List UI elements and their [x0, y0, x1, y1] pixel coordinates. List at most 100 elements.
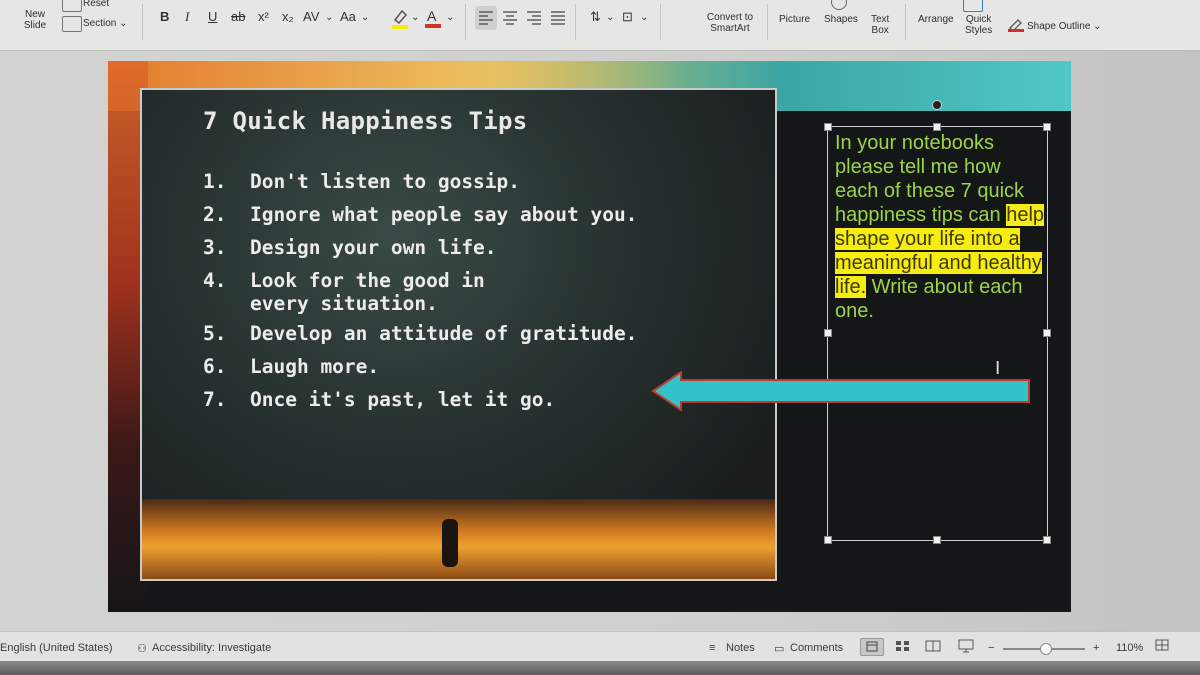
- section-button[interactable]: Section ⌄: [83, 18, 128, 29]
- divider: [142, 4, 143, 40]
- text-cursor-icon: I: [995, 358, 1001, 379]
- change-case-button[interactable]: Aa: [340, 9, 356, 24]
- sunset-image: [142, 499, 775, 579]
- slide-sorter-button[interactable]: [892, 638, 914, 654]
- bold-button[interactable]: B: [160, 9, 169, 24]
- picture-button[interactable]: Picture: [779, 14, 810, 25]
- picture-label: Picture: [779, 14, 811, 25]
- quick-styles-button[interactable]: Quick Styles: [965, 14, 992, 36]
- highlight-color-button[interactable]: [390, 8, 410, 35]
- normal-view-button[interactable]: [860, 638, 884, 656]
- resize-handle-w[interactable]: [824, 329, 832, 337]
- chevron-down-icon: ⌄: [325, 12, 334, 23]
- character-spacing-button[interactable]: AV: [303, 9, 319, 24]
- resize-handle-nw[interactable]: [824, 123, 832, 131]
- convert-smartart-label: Convert to SmartArt: [706, 12, 754, 34]
- shapes-icon: [831, 0, 847, 10]
- justify-icon[interactable]: [551, 11, 565, 25]
- resize-handle-e[interactable]: [1043, 329, 1051, 337]
- svg-text:A: A: [427, 8, 437, 24]
- divider: [767, 4, 768, 40]
- tip-item: 6. Laugh more.: [203, 350, 637, 383]
- chevron-down-icon: ⌄: [1093, 21, 1102, 32]
- reading-view-button[interactable]: [922, 638, 944, 654]
- tip-number: 3.: [203, 236, 227, 259]
- chevron-down-icon: ⌄: [119, 18, 128, 29]
- ribbon: New Slide Reset Section ⌄ B I U ab x² x₂…: [0, 0, 1200, 51]
- align-right-icon[interactable]: [527, 11, 541, 25]
- resize-handle-ne[interactable]: [1043, 123, 1051, 131]
- silhouette-figure: [442, 519, 458, 567]
- align-text-icon[interactable]: ⊡: [622, 9, 633, 25]
- notes-icon: ≡: [709, 642, 716, 654]
- tip-item: 3. Design your own life.: [203, 231, 637, 264]
- tip-item: 4. Look for the good in every situation.: [203, 264, 637, 317]
- align-center-icon[interactable]: [503, 11, 517, 25]
- highlighter-icon: [392, 9, 408, 29]
- arrange-label: Arrange: [918, 14, 954, 25]
- left-arrow-shape[interactable]: [651, 371, 1033, 411]
- new-slide-label: New Slide: [23, 9, 47, 31]
- instruction-text[interactable]: In your notebooks please tell me how eac…: [835, 131, 1045, 323]
- font-color-button[interactable]: A: [424, 7, 442, 34]
- italic-button[interactable]: I: [185, 9, 189, 25]
- tip-number: 7.: [203, 388, 227, 411]
- tip-number: 4.: [203, 269, 227, 292]
- quick-styles-label: Quick Styles: [965, 14, 993, 36]
- slide-banner-glow: [108, 61, 1071, 91]
- slide-title[interactable]: 7 Quick Happiness Tips: [203, 107, 527, 135]
- divider: [660, 4, 661, 40]
- align-left-icon[interactable]: [479, 11, 493, 25]
- macos-dock-edge: [0, 661, 1200, 675]
- resize-handle-sw[interactable]: [824, 536, 832, 544]
- tip-item: 2. Ignore what people say about you.: [203, 198, 637, 231]
- tip-text-continued: every situation.: [250, 292, 438, 315]
- accessibility-icon: ⚇: [137, 643, 147, 655]
- zoom-slider-knob[interactable]: [1040, 643, 1052, 655]
- shape-outline-button[interactable]: Shape Outline ⌄: [1027, 21, 1102, 32]
- chevron-down-icon: ⌄: [446, 12, 455, 23]
- slide-show-button[interactable]: [955, 638, 977, 654]
- slide-show-icon: [958, 639, 974, 653]
- text-direction-icon[interactable]: ⇅: [590, 9, 601, 25]
- arrange-button[interactable]: Arrange: [918, 14, 954, 25]
- fit-to-window-button[interactable]: [1154, 638, 1176, 654]
- comments-button[interactable]: Comments: [790, 642, 843, 654]
- language-status[interactable]: English (United States): [0, 642, 113, 654]
- shape-outline-label: Shape Outline: [1027, 21, 1091, 32]
- subscript-button[interactable]: x₂: [282, 9, 294, 24]
- tip-text: Develop an attitude of gratitude.: [250, 322, 638, 345]
- convert-smartart-button[interactable]: Convert to SmartArt: [700, 12, 760, 34]
- shapes-button[interactable]: Shapes: [824, 14, 858, 25]
- reading-view-icon: [925, 640, 941, 652]
- divider: [465, 4, 466, 40]
- divider: [575, 4, 576, 40]
- resize-handle-n[interactable]: [933, 123, 941, 131]
- tips-list[interactable]: 1. Don't listen to gossip. 2. Ignore what p…: [203, 165, 637, 416]
- tip-text: Once it's past, let it go.: [250, 388, 556, 411]
- section-icon: [62, 16, 82, 32]
- resize-handle-s[interactable]: [933, 536, 941, 544]
- slide-sorter-icon: [896, 641, 909, 651]
- shapes-label: Shapes: [824, 14, 858, 25]
- accessibility-status[interactable]: Accessibility: Investigate: [152, 642, 271, 654]
- tip-number: 5.: [203, 322, 227, 345]
- shape-outline-icon: [1008, 19, 1024, 32]
- underline-button[interactable]: U: [208, 9, 217, 24]
- chevron-down-icon: ⌄: [606, 12, 615, 23]
- quick-styles-icon: [963, 0, 983, 12]
- rotate-handle[interactable]: [932, 100, 942, 110]
- text-box-button[interactable]: Text Box: [871, 14, 889, 36]
- strikethrough-button[interactable]: ab: [231, 9, 245, 24]
- superscript-button[interactable]: x²: [258, 9, 269, 24]
- tip-number: 6.: [203, 355, 227, 378]
- notes-button[interactable]: Notes: [726, 642, 755, 654]
- zoom-level[interactable]: 110%: [1116, 642, 1143, 654]
- zoom-out-button[interactable]: −: [988, 642, 994, 654]
- reset-button[interactable]: Reset: [83, 0, 109, 9]
- new-slide-button[interactable]: New Slide: [20, 9, 50, 31]
- resize-handle-se[interactable]: [1043, 536, 1051, 544]
- tip-number: 1.: [203, 170, 227, 193]
- zoom-in-button[interactable]: +: [1093, 642, 1099, 654]
- tip-item: 1. Don't listen to gossip.: [203, 165, 637, 198]
